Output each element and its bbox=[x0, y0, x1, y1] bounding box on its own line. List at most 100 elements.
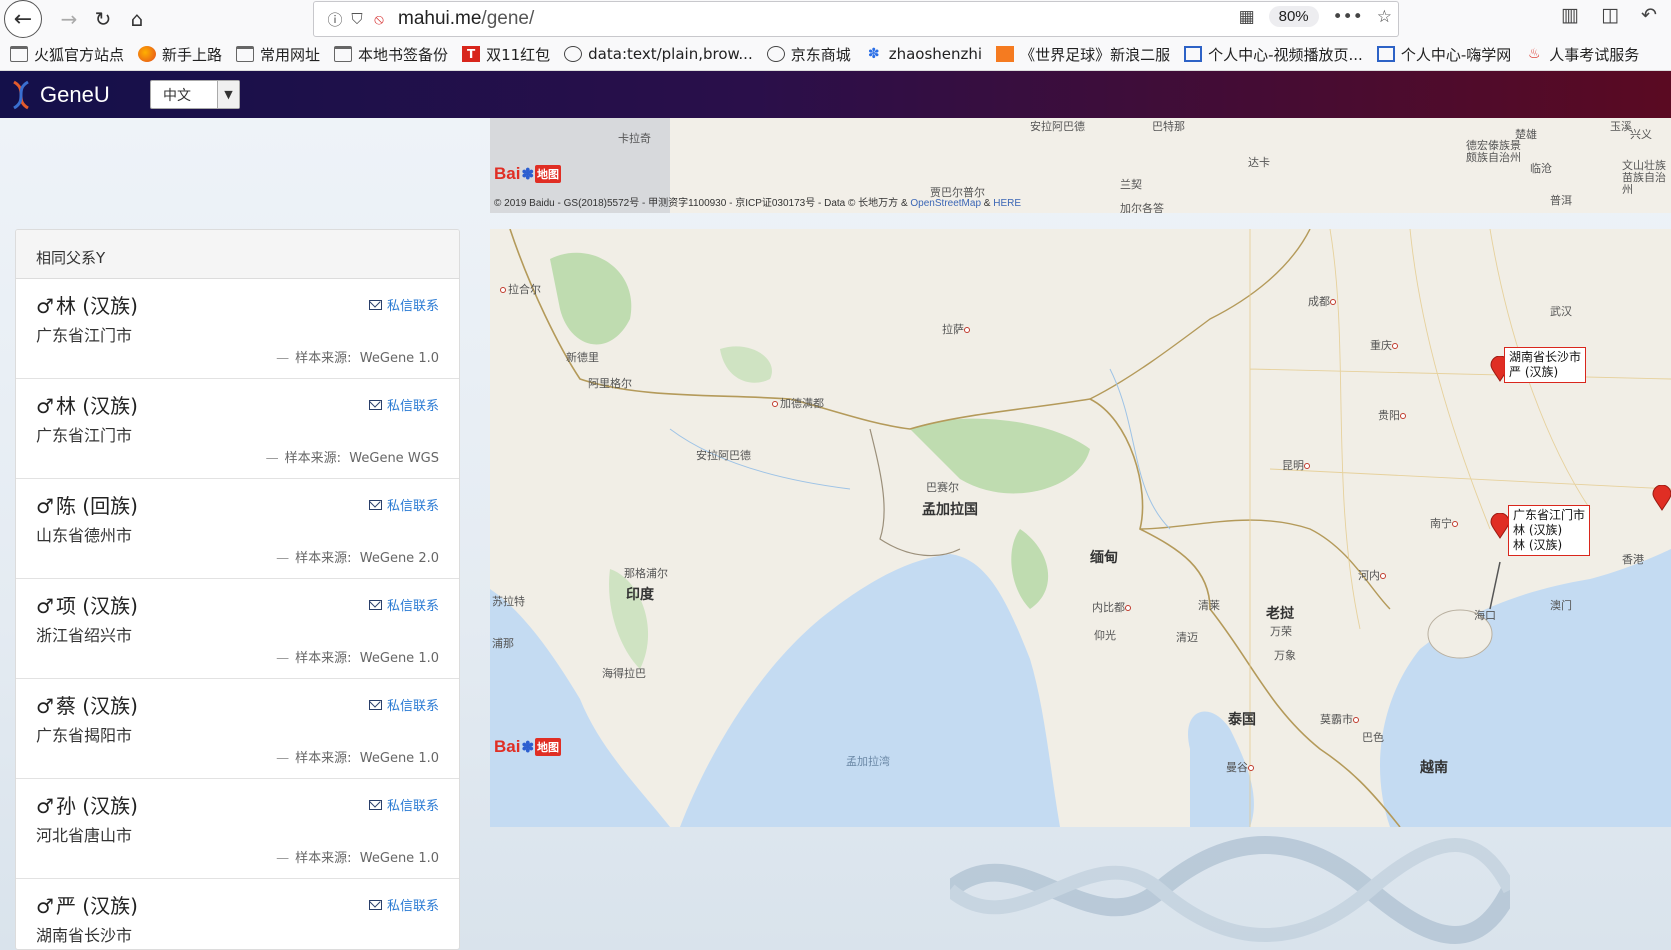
map-city-label: 清莱 bbox=[1198, 599, 1220, 612]
map-copyright: © 2019 Baidu - GS(2018)5572号 - 甲测资字11009… bbox=[494, 198, 1022, 209]
baidu-paw-icon: ✽ bbox=[521, 739, 535, 756]
brand-link[interactable]: GeneU bbox=[10, 80, 110, 110]
match-item: ♂ 项 (汉族) 浙江省绍兴市 私信联系 — 样本来源: WeGene 1.0 bbox=[16, 579, 459, 679]
back-button[interactable]: ← bbox=[4, 0, 42, 38]
shield-icon[interactable]: ⛉ bbox=[346, 10, 368, 28]
bookmark-item[interactable]: 个人中心-嗨学网 bbox=[1376, 44, 1511, 65]
baidu-map-logo[interactable]: Bai ✽ 地图 bbox=[494, 737, 562, 757]
map-country-label: 印度 bbox=[626, 587, 654, 603]
zoom-level[interactable]: 80% bbox=[1268, 6, 1319, 27]
envelope-icon bbox=[368, 399, 382, 410]
bookmark-item[interactable]: data:text/plain,brow... bbox=[564, 45, 753, 63]
map-city-label: 南宁 bbox=[1430, 515, 1460, 531]
more-actions-icon[interactable]: ••• bbox=[1333, 7, 1363, 27]
language-select[interactable]: 中文 ▼ bbox=[150, 80, 240, 109]
male-icon: ♂ bbox=[36, 694, 54, 718]
bookmark-star-icon[interactable]: ☆ bbox=[1377, 7, 1392, 27]
map-label: 巴特那 bbox=[1152, 120, 1185, 133]
map-info-label-jiangmen[interactable]: 广东省江门市 林 (汉族) 林 (汉族) bbox=[1508, 505, 1591, 556]
osm-link[interactable]: OpenStreetMap bbox=[910, 198, 981, 209]
private-message-link[interactable]: 私信联系 bbox=[368, 895, 439, 914]
private-message-link[interactable]: 私信联系 bbox=[368, 595, 439, 614]
map-city-label: 香港 bbox=[1622, 553, 1644, 566]
private-message-link[interactable]: 私信联系 bbox=[368, 795, 439, 814]
undo-close-icon[interactable]: ↶ bbox=[1641, 4, 1657, 26]
globe-icon bbox=[766, 46, 785, 62]
site-icon bbox=[1184, 46, 1203, 62]
insecure-lock-icon[interactable]: ⦸ bbox=[368, 10, 390, 28]
male-icon: ♂ bbox=[36, 294, 54, 318]
map-city-label: 贵阳 bbox=[1378, 407, 1408, 423]
bookmark-item[interactable]: 新手上路 bbox=[138, 44, 222, 65]
private-message-link[interactable]: 私信联系 bbox=[368, 495, 439, 514]
qr-code-icon[interactable]: ▦ bbox=[1239, 7, 1255, 27]
envelope-icon bbox=[368, 299, 382, 310]
library-icon[interactable]: ▥ bbox=[1561, 4, 1579, 26]
bookmark-item[interactable]: T 双11红包 bbox=[462, 44, 550, 65]
map-city-label: 万象 bbox=[1274, 649, 1296, 662]
bookmark-item[interactable]: 《世界足球》新浪二服 bbox=[996, 44, 1170, 65]
home-icon: ⌂ bbox=[130, 7, 144, 31]
here-link[interactable]: HERE bbox=[993, 198, 1021, 209]
male-icon: ♂ bbox=[36, 894, 54, 918]
home-button[interactable]: ⌂ bbox=[120, 2, 154, 36]
panel-title: 相同父系Y bbox=[16, 230, 459, 279]
map-city-label: 重庆 bbox=[1370, 337, 1400, 353]
bookmark-item[interactable]: 常用网址 bbox=[236, 44, 320, 65]
male-icon: ♂ bbox=[36, 594, 54, 618]
baidu-map[interactable]: 拉合尔 新德里 阿里格尔 加德满都 拉萨 成都 重庆 武汉 贵阳 昆明 安拉阿巴… bbox=[490, 229, 1671, 827]
bookmark-item[interactable]: 火狐官方站点 bbox=[10, 44, 124, 65]
dna-logo-icon bbox=[13, 80, 29, 109]
bookmark-item[interactable]: 本地书签备份 bbox=[334, 44, 448, 65]
map-label: 文山壮族苗族自治州 bbox=[1622, 159, 1666, 196]
bookmark-item[interactable]: ✽ zhaoshenzhi bbox=[865, 45, 982, 63]
map-marker-icon[interactable] bbox=[1652, 485, 1671, 511]
private-message-link[interactable]: 私信联系 bbox=[368, 695, 439, 714]
match-location: 广东省江门市 bbox=[36, 326, 133, 345]
map-city-label: 阿里格尔 bbox=[588, 377, 632, 390]
map-city-label: 澳门 bbox=[1550, 599, 1572, 612]
language-value: 中文 bbox=[163, 87, 191, 104]
map-city-label: 巴色 bbox=[1362, 731, 1384, 744]
address-bar[interactable]: ⓘ ⛉ ⦸ mahui.me/gene/ ▦ 80% ••• ☆ bbox=[313, 1, 1399, 37]
folder-icon bbox=[10, 46, 28, 62]
map-city-label: 曼谷 bbox=[1226, 759, 1256, 775]
url-host: mahui.me bbox=[398, 8, 482, 29]
map-label: 兰契 bbox=[1120, 178, 1142, 191]
map-city-label: 海得拉巴 bbox=[602, 667, 646, 680]
url-text[interactable]: mahui.me/gene/ bbox=[398, 8, 534, 30]
match-item: ♂ 严 (汉族) 湖南省长沙市 私信联系 bbox=[16, 879, 459, 949]
info-icon[interactable]: ⓘ bbox=[324, 9, 346, 30]
private-message-link[interactable]: 私信联系 bbox=[368, 395, 439, 414]
bookmark-item[interactable]: ♨ 人事考试服务 bbox=[1525, 44, 1639, 65]
map-city-label: 新德里 bbox=[566, 351, 599, 364]
arrow-right-icon: → bbox=[60, 7, 78, 31]
private-message-link[interactable]: 私信联系 bbox=[368, 295, 439, 314]
bookmark-item[interactable]: 京东商城 bbox=[766, 44, 851, 65]
map-city-label: 成都 bbox=[1308, 293, 1338, 309]
map-city-label: 武汉 bbox=[1550, 305, 1572, 318]
map-strip-top[interactable]: 卡拉奇 安拉阿巴德 巴特那 达卡 兰契 贾巴尔普尔 加尔各答 楚雄 玉溪 德宏傣… bbox=[490, 118, 1671, 213]
sample-source: — 样本来源: WeGene 1.0 bbox=[276, 351, 439, 366]
reload-button[interactable]: ↻ bbox=[86, 2, 120, 36]
map-info-label-changsha[interactable]: 湖南省长沙市 严 (汉族) bbox=[1504, 347, 1587, 383]
bookmark-item[interactable]: 个人中心-视频播放页... bbox=[1184, 44, 1363, 65]
people-icon: ♨ bbox=[1527, 46, 1541, 62]
bookmarks-toolbar: 火狐官方站点 新手上路 常用网址 本地书签备份 T 双11红包 data:text… bbox=[0, 38, 1671, 71]
match-location: 广东省揭阳市 bbox=[36, 726, 133, 745]
forward-button[interactable]: → bbox=[52, 2, 86, 36]
baidu-map-logo[interactable]: Bai ✽ 地图 bbox=[494, 164, 562, 184]
map-label: 达卡 bbox=[1248, 156, 1270, 169]
match-item: ♂ 林 (汉族) 广东省江门市 私信联系 — 样本来源: WeGene WGS bbox=[16, 379, 459, 479]
map-city-label: 海口 bbox=[1474, 609, 1496, 622]
sidebar-icon[interactable]: ◫ bbox=[1601, 4, 1619, 26]
envelope-icon bbox=[368, 599, 382, 610]
map-city-label: 万荣 bbox=[1270, 625, 1292, 638]
map-marker-icon[interactable] bbox=[1490, 513, 1510, 539]
map-city-label: 仰光 bbox=[1094, 629, 1116, 642]
map-country-label: 缅甸 bbox=[1090, 550, 1118, 566]
male-icon: ♂ bbox=[36, 394, 54, 418]
chevron-down-icon: ▼ bbox=[217, 81, 239, 108]
map-city-label: 清迈 bbox=[1176, 631, 1198, 644]
map-label: 临沧 bbox=[1530, 162, 1552, 175]
